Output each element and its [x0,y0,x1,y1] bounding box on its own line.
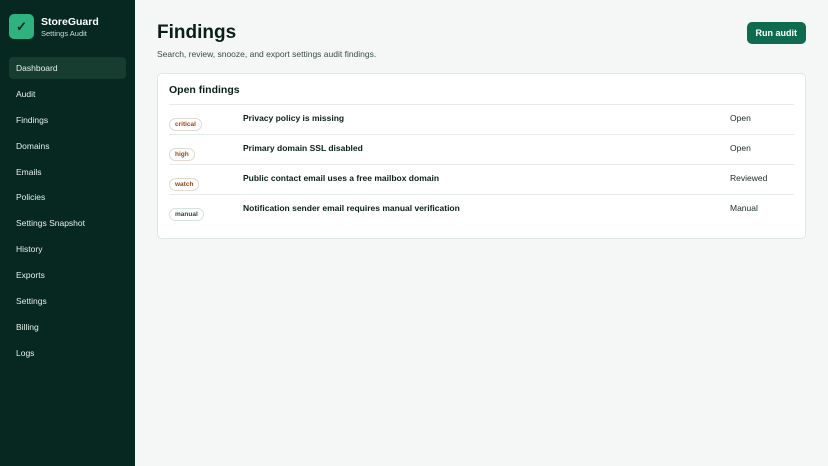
severity-cell: manual [169,203,243,221]
sidebar-item-audit[interactable]: Audit [9,83,126,105]
table-row[interactable]: critical Privacy policy is missing Open [169,104,794,134]
page-header: Findings Search, review, snooze, and exp… [157,22,806,59]
finding-status: Reviewed [730,173,768,183]
finding-title: Primary domain SSL disabled [243,143,363,153]
sidebar-item-findings[interactable]: Findings [9,109,126,131]
sidebar-item-history[interactable]: History [9,238,126,260]
sidebar-item-exports[interactable]: Exports [9,264,126,286]
sidebar-item-logs[interactable]: Logs [9,342,126,364]
check-icon: ✓ [9,14,34,39]
finding-title: Public contact email uses a free mailbox… [243,173,440,183]
severity-cell: watch [169,173,243,191]
table-row[interactable]: watch Public contact email uses a free m… [169,164,794,194]
severity-cell: high [169,143,243,161]
severity-badge: manual [169,208,204,221]
main-content: Findings Search, review, snooze, and exp… [135,0,828,466]
brand-name: StoreGuard [41,15,99,28]
sidebar: ✓ StoreGuard Settings Audit Dashboard Au… [0,0,135,466]
sidebar-item-policies[interactable]: Policies [9,186,126,208]
page-subtitle: Search, review, snooze, and export setti… [157,49,377,59]
finding-status: Open [730,113,751,123]
sidebar-item-settings-snapshot[interactable]: Settings Snapshot [9,212,126,234]
severity-badge: critical [169,118,202,131]
finding-title: Notification sender email requires manua… [243,203,460,213]
finding-title: Privacy policy is missing [243,113,345,123]
header-text: Findings Search, review, snooze, and exp… [157,22,376,59]
brand: ✓ StoreGuard Settings Audit [9,14,126,39]
open-findings-card: Open findings critical Privacy policy is… [157,73,806,239]
card-title: Open findings [169,84,240,96]
table-row[interactable]: high Primary domain SSL disabled Open [169,134,794,164]
brand-text: StoreGuard Settings Audit [41,16,99,38]
severity-badge: high [169,148,195,161]
finding-status: Manual [730,203,758,213]
severity-badge: watch [169,178,200,191]
severity-cell: critical [169,113,243,131]
brand-subtitle: Settings Audit [41,28,87,38]
table-row[interactable]: manual Notification sender email require… [169,194,794,224]
app-root: ✓ StoreGuard Settings Audit Dashboard Au… [0,0,828,466]
sidebar-item-dashboard[interactable]: Dashboard [9,57,126,79]
sidebar-item-billing[interactable]: Billing [9,316,126,338]
sidebar-nav: Dashboard Audit Findings Domains Emails … [9,57,126,364]
sidebar-item-settings[interactable]: Settings [9,290,126,312]
run-audit-button[interactable]: Run audit [746,22,806,44]
finding-status: Open [730,143,751,153]
sidebar-item-domains[interactable]: Domains [9,135,126,157]
page-title: Findings [157,22,237,43]
sidebar-item-emails[interactable]: Emails [9,161,126,183]
